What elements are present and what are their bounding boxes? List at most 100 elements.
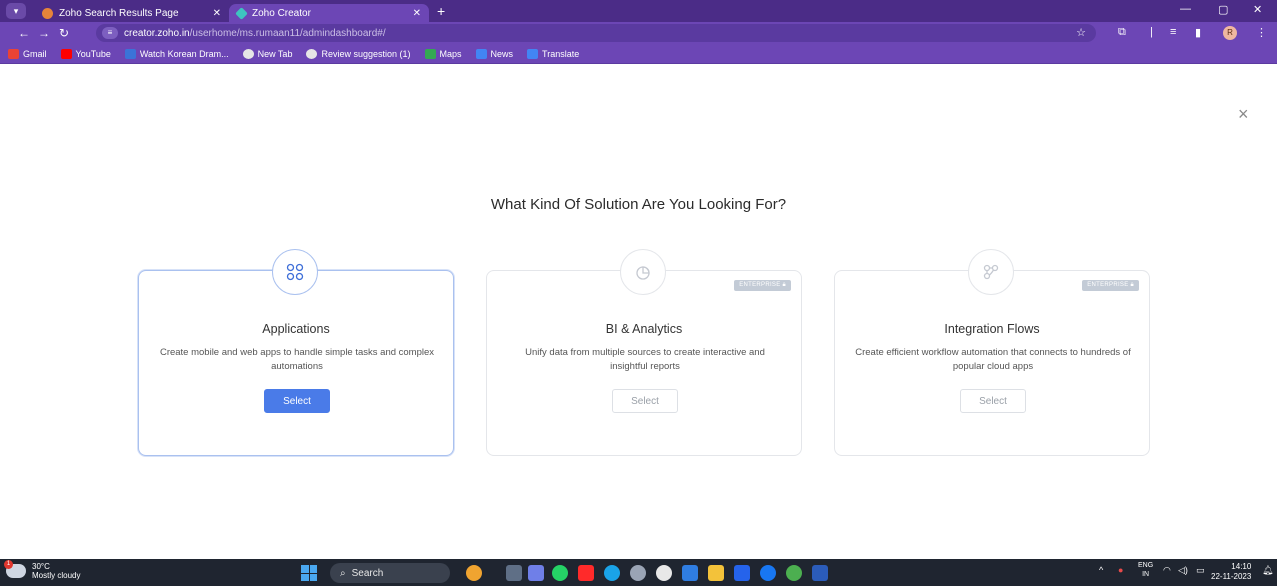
bookmark-star-icon[interactable]: ☆ — [1076, 26, 1086, 39]
chrome-icon[interactable] — [786, 565, 802, 581]
bookmark-maps[interactable]: Maps — [424, 48, 462, 59]
bookmark-label: Gmail — [23, 48, 47, 59]
folder-icon[interactable] — [708, 565, 724, 581]
zoho-app-icon[interactable] — [734, 565, 750, 581]
divider: | — [1150, 26, 1153, 38]
volume-icon[interactable]: ◁) — [1178, 565, 1188, 576]
language-indicator[interactable]: ENG IN — [1138, 561, 1153, 579]
battery-icon[interactable]: ▭ — [1196, 565, 1205, 576]
settings-app-icon[interactable] — [630, 565, 646, 581]
security-tray-icon[interactable]: ● — [1118, 565, 1123, 575]
bookmark-watch-korean[interactable]: Watch Korean Dram... — [124, 48, 229, 59]
bookmark-label: News — [490, 48, 514, 59]
enterprise-badge: ENTERPRISE 🔒︎ — [734, 280, 791, 291]
window-close-icon[interactable]: ✕ — [1253, 3, 1262, 16]
solution-card-integration-flows[interactable]: ENTERPRISE 🔒︎ Integration Flows Create e… — [834, 249, 1150, 456]
url-path: /userhome/ms.rumaan11/admindashboard#/ — [189, 27, 386, 39]
lock-icon: 🔒︎ — [1130, 282, 1134, 288]
windows-start-icon[interactable] — [301, 565, 317, 581]
new-tab-button[interactable]: + — [437, 3, 445, 19]
extensions-icon[interactable]: ⧉ — [1118, 26, 1126, 39]
apps-grid-icon — [272, 249, 318, 295]
file-explorer-icon[interactable] — [506, 565, 522, 581]
menu-dots-icon[interactable]: ⋮ — [1256, 26, 1267, 39]
minimize-icon[interactable]: — — [1180, 3, 1191, 15]
tab-zoho-creator[interactable]: Zoho Creator ✕ — [229, 4, 429, 22]
globe-icon — [306, 48, 318, 59]
bookmark-label: Review suggestion (1) — [321, 48, 411, 59]
bookmark-translate[interactable]: Translate — [527, 48, 580, 59]
address-toolbar: ← → ↻ ≡ creator.zoho.in/userhome/ms.ruma… — [0, 22, 1277, 44]
analytics-pie-icon — [620, 249, 666, 295]
weather-condition: Mostly cloudy — [32, 571, 81, 580]
side-panel-icon[interactable]: ▮ — [1195, 26, 1201, 39]
tab-title: Zoho Creator — [252, 7, 311, 19]
teams-icon[interactable] — [528, 565, 544, 581]
bookmark-review-suggestion[interactable]: Review suggestion (1) — [306, 48, 411, 59]
close-tab-icon[interactable]: ✕ — [413, 8, 421, 19]
taskbar: 1 30°C Mostly cloudy ⌕ Search ^ ● ENG IN… — [0, 559, 1277, 586]
restore-icon[interactable]: ▢ — [1218, 3, 1228, 16]
bookmark-label: New Tab — [257, 48, 293, 59]
close-dialog-button[interactable]: × — [1238, 104, 1249, 125]
chevron-down-icon: ▾ — [13, 5, 19, 16]
card-description: Create efficient workflow automation tha… — [855, 347, 1131, 372]
notification-bell-icon[interactable]: 🔔︎ — [1262, 565, 1273, 576]
whatsapp-icon[interactable] — [552, 565, 568, 581]
cloud-icon: 1 — [4, 560, 26, 578]
bookmark-label: Translate — [542, 48, 580, 59]
enterprise-badge: ENTERPRISE 🔒︎ — [1082, 280, 1139, 291]
tab-title: Zoho Search Results Page — [59, 7, 179, 19]
clock[interactable]: 14:10 22-11-2023 — [1211, 562, 1251, 582]
taskbar-search[interactable]: ⌕ Search — [330, 563, 450, 583]
globe-icon — [242, 48, 254, 59]
profile-avatar[interactable]: R — [1223, 26, 1237, 40]
tab-search-button[interactable]: ▾ — [6, 3, 26, 19]
date: 22-11-2023 — [1211, 572, 1252, 581]
bookmark-label: YouTube — [75, 48, 111, 59]
reading-list-icon[interactable]: ≡ — [1170, 26, 1176, 38]
forward-arrow-icon[interactable]: → — [34, 26, 54, 40]
lock-icon: 🔒︎ — [782, 282, 786, 288]
korean-drama-icon — [124, 48, 136, 59]
time: 14:10 — [1231, 562, 1252, 571]
site-settings-icon[interactable]: ≡ — [102, 27, 118, 39]
bookmark-news[interactable]: News — [475, 48, 514, 59]
select-integration-flows-button[interactable]: Select — [960, 389, 1026, 413]
edge-icon[interactable] — [604, 565, 620, 581]
badge-label: ENTERPRISE — [1087, 282, 1129, 288]
bookmark-label: Maps — [439, 48, 462, 59]
card-description: Create mobile and web apps to handle sim… — [159, 347, 435, 372]
card-title: Applications — [262, 322, 330, 336]
select-applications-button[interactable]: Select — [264, 389, 330, 413]
gmail-icon — [8, 48, 19, 59]
close-tab-icon[interactable]: ✕ — [213, 8, 221, 19]
bookmark-new-tab[interactable]: New Tab — [242, 48, 293, 59]
select-bi-analytics-button[interactable]: Select — [612, 389, 678, 413]
reload-icon[interactable]: ↻ — [54, 26, 74, 40]
chevron-up-icon[interactable]: ^ — [1099, 565, 1103, 575]
solution-card-bi-analytics[interactable]: ENTERPRISE 🔒︎ BI & Analytics Unify data … — [486, 249, 802, 456]
facebook-icon[interactable] — [760, 565, 776, 581]
weather-alert-badge: 1 — [4, 560, 13, 569]
url-bar[interactable]: ≡ creator.zoho.in/userhome/ms.rumaan11/a… — [96, 24, 1096, 42]
url-host: creator.zoho.in — [124, 27, 190, 39]
youtube-app-icon[interactable] — [578, 565, 594, 581]
widget-app-icon[interactable] — [466, 565, 482, 581]
card-title: Integration Flows — [944, 322, 1040, 336]
github-icon[interactable] — [656, 565, 672, 581]
zoho-favicon-icon — [42, 7, 53, 19]
tab-zoho-search[interactable]: Zoho Search Results Page ✕ — [34, 4, 229, 22]
wifi-icon[interactable]: ◠ — [1163, 565, 1171, 576]
back-arrow-icon[interactable]: ← — [14, 26, 34, 40]
integration-flow-icon — [968, 249, 1014, 295]
badge-label: ENTERPRISE — [739, 282, 781, 288]
store-icon[interactable] — [682, 565, 698, 581]
search-label: Search — [351, 567, 384, 579]
word-icon[interactable] — [812, 565, 828, 581]
solution-card-applications[interactable]: Applications Create mobile and web apps … — [138, 249, 454, 456]
lang-top: ENG — [1138, 562, 1154, 569]
bookmark-gmail[interactable]: Gmail — [8, 48, 47, 59]
bookmark-youtube[interactable]: YouTube — [60, 48, 111, 59]
weather-widget[interactable]: 1 30°C Mostly cloudy — [4, 560, 81, 580]
